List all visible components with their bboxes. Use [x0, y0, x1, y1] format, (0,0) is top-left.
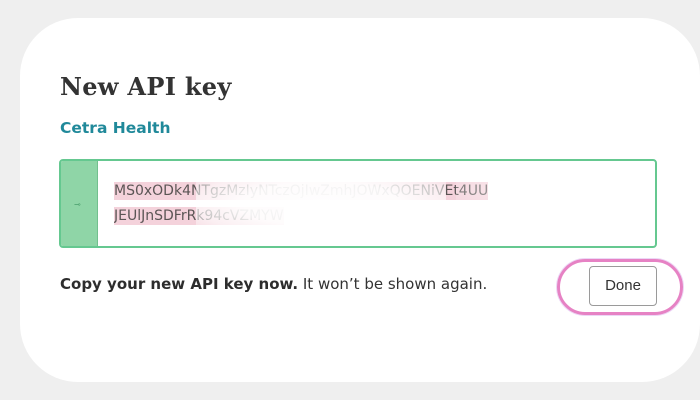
- api-key-value[interactable]: MS0xODk4NTgzMzIyNTczOjIwZmhJOWxQOENiVEt4…: [114, 179, 654, 229]
- api-key-field[interactable]: ⊸ MS0xODk4NTgzMzIyNTczOjIwZmhJOWxQOENiVE…: [59, 159, 657, 248]
- key-tab: ⊸: [61, 161, 98, 246]
- api-key-line-1: MS0xODk4NTgzMzIyNTczOjIwZmhJOWxQOENiVEt4…: [114, 179, 654, 204]
- api-key-line-2-text: JEUlJnSDFrRk94cVZMYW: [114, 207, 284, 225]
- api-key-line-1-end: jIwZmhJOWxQOENiVEt4UU: [300, 182, 489, 200]
- copy-warning-bold: Copy your new API key now.: [60, 275, 299, 293]
- organization-name: Cetra Health: [60, 119, 171, 137]
- done-button[interactable]: Done: [589, 266, 657, 306]
- copy-warning-rest: It won’t be shown again.: [298, 275, 488, 293]
- api-key-line-2: JEUlJnSDFrRk94cVZMYW: [114, 204, 654, 229]
- copy-warning: Copy your new API key now. It won’t be s…: [60, 275, 487, 293]
- api-key-dialog: New API key Cetra Health ⊸ MS0xODk4NTgzM…: [20, 18, 700, 382]
- dialog-title: New API key: [60, 72, 232, 101]
- api-key-line-1-start: MS0xODk4NTgzMzIyNTczO: [114, 182, 301, 200]
- key-icon: ⊸: [74, 200, 81, 209]
